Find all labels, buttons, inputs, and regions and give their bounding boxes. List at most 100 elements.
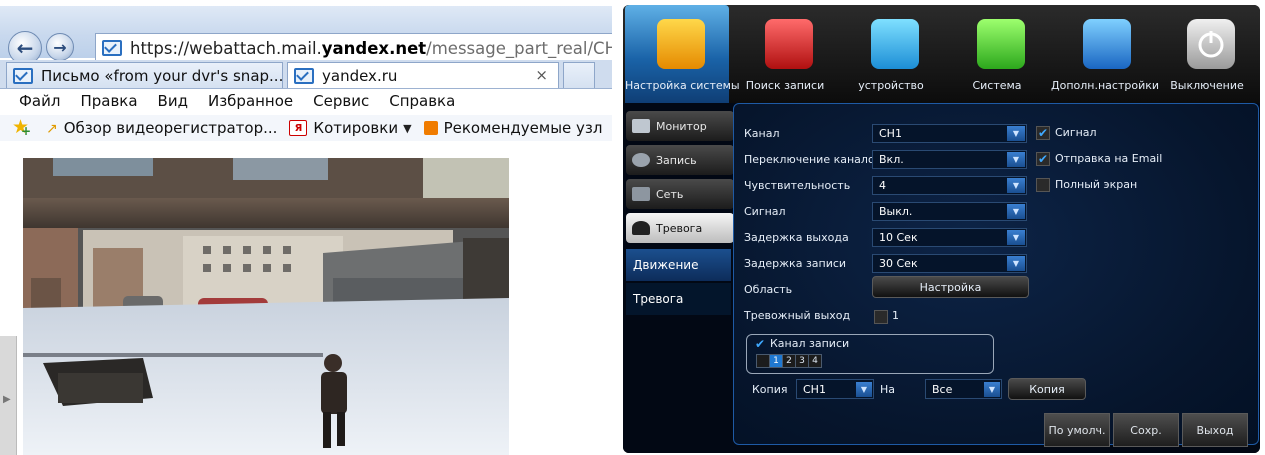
menu-file[interactable]: Файл <box>19 92 60 110</box>
mail-icon <box>294 67 314 84</box>
email-checkbox[interactable]: ✔ <box>1036 152 1050 166</box>
chevron-down-icon: ▼ <box>1007 152 1025 167</box>
forward-button[interactable]: → <box>46 33 74 61</box>
motion-settings-panel: Канал CH1 ▼ Переключение каналов Вкл. ▼ Чу… <box>733 103 1259 447</box>
chevron-down-icon: ▼ <box>856 382 872 397</box>
channel-switch-label: Переключение каналов <box>744 153 882 166</box>
tab-yandex[interactable]: yandex.ru × <box>287 62 559 88</box>
fullscreen-checkbox[interactable] <box>1036 178 1050 192</box>
close-tab-icon[interactable]: × <box>535 66 548 84</box>
advanced-settings-icon <box>1083 19 1131 69</box>
device-icon <box>871 19 919 69</box>
chevron-down-icon[interactable]: ▼ <box>403 122 411 135</box>
back-arrow-icon: ← <box>16 36 34 60</box>
system-info-icon <box>977 19 1025 69</box>
side-sub-alarm[interactable]: Тревога <box>626 283 731 315</box>
mail-icon <box>13 67 33 84</box>
fullscreen-check-label: Полный экран <box>1055 178 1138 191</box>
system-settings-icon <box>657 19 705 69</box>
tab-system-settings[interactable]: Настройка системы <box>625 5 740 103</box>
snapshot-drawing <box>23 158 509 455</box>
to-label: На <box>880 383 896 396</box>
dvr-window: Настройка системы Поиск записи устройств… <box>623 5 1260 453</box>
favorite-link-recommended[interactable]: Рекомендуемые узл <box>423 119 603 137</box>
record-channel-checkbox[interactable]: ✔ <box>754 338 766 350</box>
alarm-icon <box>632 221 650 235</box>
record-channel-2[interactable]: 2 <box>782 354 796 368</box>
favorite-link-quotes[interactable]: Я Котировки ▼ <box>289 119 412 137</box>
tab-device[interactable]: устройство <box>839 5 943 103</box>
record-delay-select[interactable]: 30 Сек ▼ <box>872 254 1027 273</box>
alarm-out-checkbox[interactable] <box>874 310 888 324</box>
record-search-icon <box>765 19 813 69</box>
output-delay-label: Задержка выхода <box>744 231 849 244</box>
recommended-sites-icon <box>423 121 438 135</box>
new-tab-button[interactable] <box>563 62 595 88</box>
power-glyph <box>1198 31 1224 58</box>
chevron-down-icon: ▼ <box>1007 178 1025 193</box>
menu-view[interactable]: Вид <box>158 92 188 110</box>
menu-tools[interactable]: Сервис <box>313 92 369 110</box>
favorite-link-review[interactable]: ↗ Обзор видеорегистратор... <box>46 119 277 137</box>
dvr-top-menu: Настройка системы Поиск записи устройств… <box>623 5 1260 103</box>
copy-from-select[interactable]: CH1 ▼ <box>796 379 874 399</box>
side-sub-motion[interactable]: Движение <box>626 249 731 281</box>
power-icon <box>1187 19 1235 69</box>
channel-label: Канал <box>744 127 780 140</box>
tab-label: yandex.ru <box>322 66 398 85</box>
side-item-monitor[interactable]: Монитор <box>626 111 734 141</box>
record-channel-3[interactable]: 3 <box>795 354 809 368</box>
exit-button[interactable]: Выход <box>1182 413 1248 447</box>
output-delay-select[interactable]: 10 Сек ▼ <box>872 228 1027 247</box>
signal-checkbox[interactable]: ✔ <box>1036 126 1050 140</box>
sensitivity-select[interactable]: 4 ▼ <box>872 176 1027 195</box>
camera-snapshot-image <box>23 158 509 455</box>
record-channel-label: Канал записи <box>770 337 850 350</box>
tab-record-search[interactable]: Поиск записи <box>733 5 837 103</box>
network-icon <box>632 187 650 201</box>
side-item-record[interactable]: Запись <box>626 145 734 175</box>
tab-row: Письмо «from your dvr's snap... yandex.r… <box>0 60 612 89</box>
alarm-out-num: 1 <box>892 309 899 322</box>
area-setup-button[interactable]: Настройка <box>872 276 1029 298</box>
sensitivity-label: Чувствительность <box>744 179 851 192</box>
address-input[interactable]: https://webattach.mail.yandex.net/messag… <box>95 33 612 63</box>
signal-select[interactable]: Выкл. ▼ <box>872 202 1027 221</box>
record-icon <box>632 153 650 167</box>
monitor-icon <box>632 119 650 133</box>
side-item-network[interactable]: Сеть <box>626 179 734 209</box>
chevron-down-icon: ▼ <box>1007 230 1025 245</box>
mail-page-icon <box>102 40 122 56</box>
record-channel-4[interactable]: 4 <box>808 354 822 368</box>
menu-help[interactable]: Справка <box>389 92 455 110</box>
alarm-out-label: Тревожный выход <box>744 309 851 322</box>
default-button[interactable]: По умолч. <box>1044 413 1110 447</box>
side-item-alarm[interactable]: Тревога <box>626 213 734 243</box>
scrollbar[interactable]: ▶ <box>0 336 17 455</box>
chevron-down-icon: ▼ <box>1007 204 1025 219</box>
copy-button[interactable]: Копия <box>1008 378 1086 400</box>
email-check-label: Отправка на Email <box>1055 152 1163 165</box>
tab-system[interactable]: Система <box>945 5 1049 103</box>
record-channel-0[interactable] <box>756 354 770 368</box>
scroll-arrow-icon: ▶ <box>3 394 11 405</box>
chevron-down-icon: ▼ <box>1007 126 1025 141</box>
add-favorite-star-icon[interactable]: ★ + <box>12 116 34 138</box>
save-button[interactable]: Сохр. <box>1113 413 1179 447</box>
tab-shutdown[interactable]: Выключение <box>1155 5 1259 103</box>
tab-mail-letter[interactable]: Письмо «from your dvr's snap... <box>6 62 283 88</box>
menu-edit[interactable]: Правка <box>80 92 137 110</box>
channel-switch-select[interactable]: Вкл. ▼ <box>872 150 1027 169</box>
tab-label: Письмо «from your dvr's snap... <box>41 66 283 85</box>
menu-favorites[interactable]: Избранное <box>208 92 293 110</box>
record-channel-1[interactable]: 1 <box>769 354 783 368</box>
bookmark-arrow-icon: ↗ <box>46 121 58 137</box>
copy-label: Копия <box>752 383 788 396</box>
copy-to-select[interactable]: Все ▼ <box>925 379 1002 399</box>
favorites-bar: ★ + ↗ Обзор видеорегистратор... Я Котиров… <box>0 115 612 141</box>
tab-advanced-settings[interactable]: Дополн.настройки <box>1051 5 1159 103</box>
channel-select[interactable]: CH1 ▼ <box>872 124 1027 143</box>
address-text: https://webattach.mail.yandex.net/messag… <box>130 38 612 58</box>
chevron-down-icon: ▼ <box>1007 256 1025 271</box>
yandex-icon: Я <box>289 120 308 136</box>
